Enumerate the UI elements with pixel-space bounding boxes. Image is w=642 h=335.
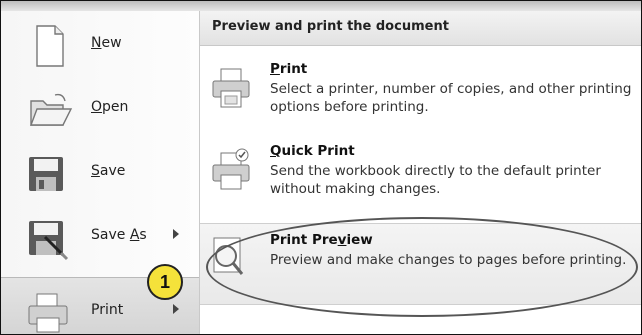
print-submenu: Preview and print the document Print Sel… bbox=[200, 11, 641, 334]
menu-item-save-as[interactable]: Save As bbox=[1, 203, 199, 269]
printer-icon bbox=[28, 293, 68, 333]
menu-item-save[interactable]: Save bbox=[1, 139, 199, 205]
office-file-menu: New Open Save Save As Print Preview and … bbox=[0, 0, 642, 335]
submenu-header-title: Preview and print the document bbox=[212, 19, 449, 34]
submenu-arrow-icon bbox=[173, 229, 179, 239]
menu-item-open[interactable]: Open bbox=[1, 75, 199, 141]
menu-item-label: Print bbox=[91, 302, 124, 318]
submenu-arrow-icon bbox=[173, 304, 179, 314]
step-number-badge: 1 bbox=[147, 264, 183, 300]
option-print[interactable]: Print Select a printer, number of copies… bbox=[200, 53, 641, 133]
printer-icon bbox=[212, 68, 250, 108]
submenu-header: Preview and print the document bbox=[200, 11, 641, 46]
menu-item-label: Save As bbox=[91, 227, 147, 243]
save-as-icon bbox=[29, 221, 69, 261]
new-document-icon bbox=[36, 25, 64, 67]
option-title: Print bbox=[270, 61, 308, 77]
menu-item-label: New bbox=[91, 35, 122, 51]
option-description: Preview and make changes to pages before… bbox=[270, 252, 627, 268]
menu-top-edge bbox=[1, 1, 641, 11]
option-quick-print[interactable]: Quick Print Send the workbook directly t… bbox=[200, 135, 641, 215]
print-preview-icon bbox=[213, 237, 244, 275]
open-folder-icon bbox=[29, 93, 73, 126]
menu-item-new[interactable]: New bbox=[1, 11, 199, 77]
option-description: Send the workbook directly to the defaul… bbox=[270, 163, 601, 197]
menu-item-label: Save bbox=[91, 163, 126, 179]
option-title: Print Preview bbox=[270, 232, 373, 248]
option-print-preview[interactable]: Print Preview Preview and make changes t… bbox=[200, 223, 641, 305]
option-title: Quick Print bbox=[270, 143, 355, 159]
menu-item-label: Open bbox=[91, 99, 129, 115]
quick-print-icon bbox=[212, 148, 250, 190]
option-description: Select a printer, number of copies, and … bbox=[270, 81, 632, 115]
save-disk-icon bbox=[29, 157, 63, 191]
